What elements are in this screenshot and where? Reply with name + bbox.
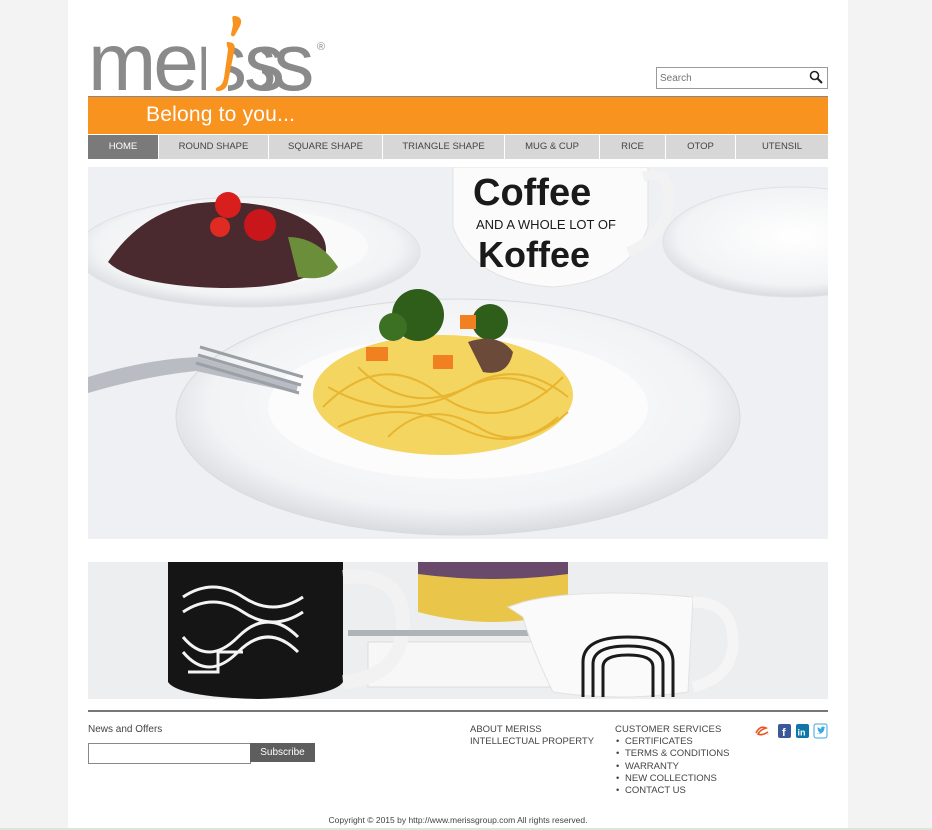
meriss-logo[interactable]: meriss ss ® xyxy=(88,12,333,96)
subscribe-button[interactable]: Subscribe xyxy=(250,743,315,762)
nav-item-triangle-shape[interactable]: TRIANGLE SHAPE xyxy=(383,135,505,159)
footer-link-certificates[interactable]: CERTIFICATES xyxy=(616,736,730,748)
page-container: meriss ss ® Belong to you... HOME ROUND … xyxy=(68,0,848,830)
twitter-icon[interactable] xyxy=(813,723,828,739)
nav-item-utensil[interactable]: UTENSIL xyxy=(736,135,828,159)
nav-item-square-shape[interactable]: SQUARE SHAPE xyxy=(269,135,383,159)
footer-link-about[interactable]: ABOUT MERISS xyxy=(470,724,594,736)
copyright-text: Copyright © 2015 by http://www.merissgro… xyxy=(328,815,588,825)
nav-item-rice[interactable]: RICE xyxy=(600,135,666,159)
footer-link-intellectual-property[interactable]: INTELLECTUAL PROPERTY xyxy=(470,736,594,748)
search-input[interactable] xyxy=(660,69,800,88)
tagline-text: Belong to you... xyxy=(146,103,296,126)
registered-mark: ® xyxy=(317,41,325,53)
mug-text-koffee: Koffee xyxy=(478,234,590,275)
newsletter-email-input[interactable] xyxy=(88,743,251,764)
tagline-banner: Belong to you... xyxy=(88,97,828,134)
svg-text:in: in xyxy=(798,728,806,738)
alibaba-icon[interactable]: . xyxy=(755,726,769,737)
mug-text-coffee: Coffee xyxy=(473,172,591,214)
linkedin-icon[interactable]: in xyxy=(796,724,809,738)
social-icons: . f in xyxy=(755,723,828,739)
secondary-banner-image[interactable] xyxy=(88,562,828,699)
facebook-icon[interactable]: f xyxy=(778,724,791,739)
search-box[interactable] xyxy=(656,67,828,89)
svg-text:f: f xyxy=(782,727,786,739)
news-offers-title: News and Offers xyxy=(88,724,163,735)
footer-links-col1: ABOUT MERISS INTELLECTUAL PROPERTY xyxy=(470,724,594,748)
footer-link-warranty[interactable]: WARRANTY xyxy=(616,761,730,773)
nav-item-round-shape[interactable]: ROUND SHAPE xyxy=(159,135,269,159)
main-nav: HOME ROUND SHAPE SQUARE SHAPE TRIANGLE S… xyxy=(88,135,828,159)
footer-link-contact[interactable]: CONTACT US xyxy=(616,785,730,797)
footer-link-terms[interactable]: TERMS & CONDITIONS xyxy=(616,748,729,760)
customer-services-heading[interactable]: CUSTOMER SERVICES xyxy=(615,724,730,736)
hero-image[interactable]: Coffee AND A WHOLE LOT OF Koffee xyxy=(88,167,828,539)
nav-item-home[interactable]: HOME xyxy=(88,135,159,159)
footer-divider xyxy=(88,710,828,712)
mug-text-middle: AND A WHOLE LOT OF xyxy=(476,217,616,232)
secondary-illustration xyxy=(88,562,828,699)
footer-link-new-collections[interactable]: NEW COLLECTIONS xyxy=(616,773,730,785)
nav-item-otop[interactable]: OTOP xyxy=(666,135,736,159)
svg-text:.: . xyxy=(767,730,769,737)
nav-item-mug-cup[interactable]: MUG & CUP xyxy=(505,135,600,159)
customer-services-list: CERTIFICATES TERMS & CONDITIONS WARRANTY… xyxy=(615,736,730,797)
search-icon[interactable] xyxy=(809,70,823,84)
customer-services-col: CUSTOMER SERVICES CERTIFICATES TERMS & C… xyxy=(615,724,730,797)
hero-illustration: Coffee AND A WHOLE LOT OF Koffee xyxy=(88,167,828,539)
